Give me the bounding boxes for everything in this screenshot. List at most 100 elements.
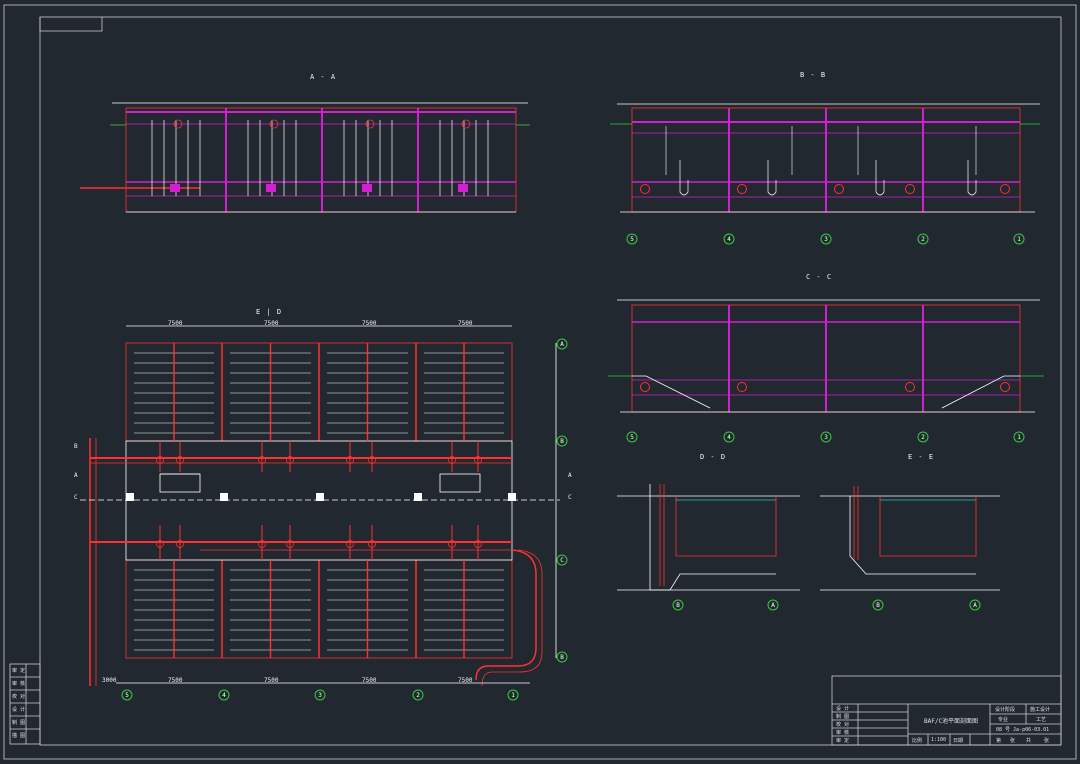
plan-dim-bottom-2: 7500 [168,677,183,684]
plan-title: E | D [256,308,283,316]
tb-sheet-a: 第 [996,738,1002,744]
cc-axis-num-label: 1 [1017,434,1021,441]
plan-dim-top-1: 7500 [168,320,183,327]
dd-axis-letter-label: A [771,602,775,609]
tb-major-b: 工艺 [1036,717,1047,723]
plan-laterals [126,343,516,658]
tb-row-2: 制 图 [836,714,850,720]
plan-column [414,493,422,501]
cc-pipe-section [905,382,915,392]
section-mark-a-left: A [74,472,78,479]
plan-column [126,493,134,501]
tb-sheet-d: 张 [1044,738,1050,744]
bb-pipe-section [834,184,844,194]
plan-axis-num-label: 4 [222,692,226,699]
plan-dim-bottom-5: 7500 [458,677,473,684]
section-title-aa: A - A [310,73,337,81]
tb-row-4: 审 核 [836,730,850,736]
plan-axis-num-label: 1 [511,692,515,699]
cc-axis-num-label: 2 [921,434,925,441]
section-dd [617,484,800,591]
side-row-1: 审 定 [12,668,26,674]
plan-dim-top-4: 7500 [458,320,473,327]
tb-date-label: 日期 [953,738,964,744]
bb-u-pipe [875,160,885,196]
cc-pipe-section [737,382,747,392]
bb-u-pipe [679,160,689,196]
section-title-bb: B - B [800,71,827,79]
aa-valve-block [458,184,468,192]
side-row-3: 校 对 [12,694,26,700]
bb-u-pipe [967,160,977,196]
drawing-number: 08 号 Ja-p06-03.01 [996,727,1050,733]
cc-pipe-section [1000,382,1010,392]
plan-dim-bottom-1: 3000 [102,677,117,684]
tb-stage-a: 设计阶段 [995,707,1016,713]
bb-axis-num-label: 5 [630,236,634,243]
aa-valve-block [170,184,180,192]
cc-axis-num-label: 4 [727,434,731,441]
side-row-5: 制 图 [12,720,26,726]
bb-pipe-section [1000,184,1010,194]
plan-dim-top-3: 7500 [362,320,377,327]
ee-axis-letter-label: B [876,602,880,609]
plan-dim-top-2: 7500 [264,320,279,327]
section-mark-c-right: C [568,494,572,501]
section-title-dd: D - D [700,453,727,461]
cc-pipe-section [640,382,650,392]
plan-axis-letter-label: B [560,438,564,445]
bb-axis-num-label: 2 [921,236,925,243]
plan-column [508,493,516,501]
side-row-4: 设 计 [12,707,26,713]
tb-sheet-c: 共 [1026,738,1032,744]
ee-axis-letter-label: A [973,602,977,609]
title-block-lines [831,675,1062,746]
bb-pipe-section [640,184,650,194]
aa-pipe-risers [151,119,489,196]
section-cc [608,299,1044,413]
bb-pipe-section [737,184,747,194]
bb-axis-num-label: 4 [727,236,731,243]
section-mark-c-left: C [74,494,78,501]
aa-valve-block [362,184,372,192]
side-row-2: 审 核 [12,681,26,687]
aa-valve-block [266,184,276,192]
plan-axis-letter-label: C [560,557,564,564]
plan-axis-num-label: 3 [318,692,322,699]
section-mark-b-left: B [74,443,78,450]
plan-axis-num-label: 5 [125,692,129,699]
bb-u-pipe [767,160,777,196]
drawing-name: BAF/C池平面剖面图 [924,718,979,725]
section-title-cc: C - C [806,273,833,281]
dd-axis-letter-label: B [676,602,680,609]
section-ee [820,486,1000,591]
section-aa [80,102,530,213]
cad-drawing-sheet: 5 4 3 2 1 5 4 3 2 1 5 4 3 2 1 A B C B B A B A A - A B - B C - … [0,0,1080,764]
cc-axis-num-label: 5 [630,434,634,441]
section-mark-a-right: A [568,472,572,479]
tb-major-a: 专业 [998,717,1009,723]
tb-scale-label: 比例 [912,738,923,744]
plan-view [80,325,560,687]
plan-axis-num-label: 2 [416,692,420,699]
side-row-6: 描 图 [12,733,26,739]
section-bb [610,103,1040,213]
section-title-ee: E - E [908,453,935,461]
sheet-border [3,4,1077,760]
tb-stage-b: 施工设计 [1030,707,1051,713]
plan-column [220,493,228,501]
tb-row-5: 审 定 [836,738,850,744]
bb-pipe-section [905,184,915,194]
drawing-canvas: 5 4 3 2 1 5 4 3 2 1 5 4 3 2 1 A B C B B A B A [3,4,1077,760]
cc-axis-num-label: 3 [824,434,828,441]
tb-row-3: 校 对 [836,722,850,728]
plan-dim-bottom-4: 7500 [362,677,377,684]
plan-column [316,493,324,501]
plan-dim-bottom-3: 7500 [264,677,279,684]
plan-axis-letter-label: B [560,654,564,661]
bb-axis-num-label: 1 [1017,236,1021,243]
tb-row-1: 设 计 [836,706,850,712]
tb-scale-value: 1:100 [931,737,947,743]
bb-axis-num-label: 3 [824,236,828,243]
plan-axis-letter-label: A [560,341,564,348]
